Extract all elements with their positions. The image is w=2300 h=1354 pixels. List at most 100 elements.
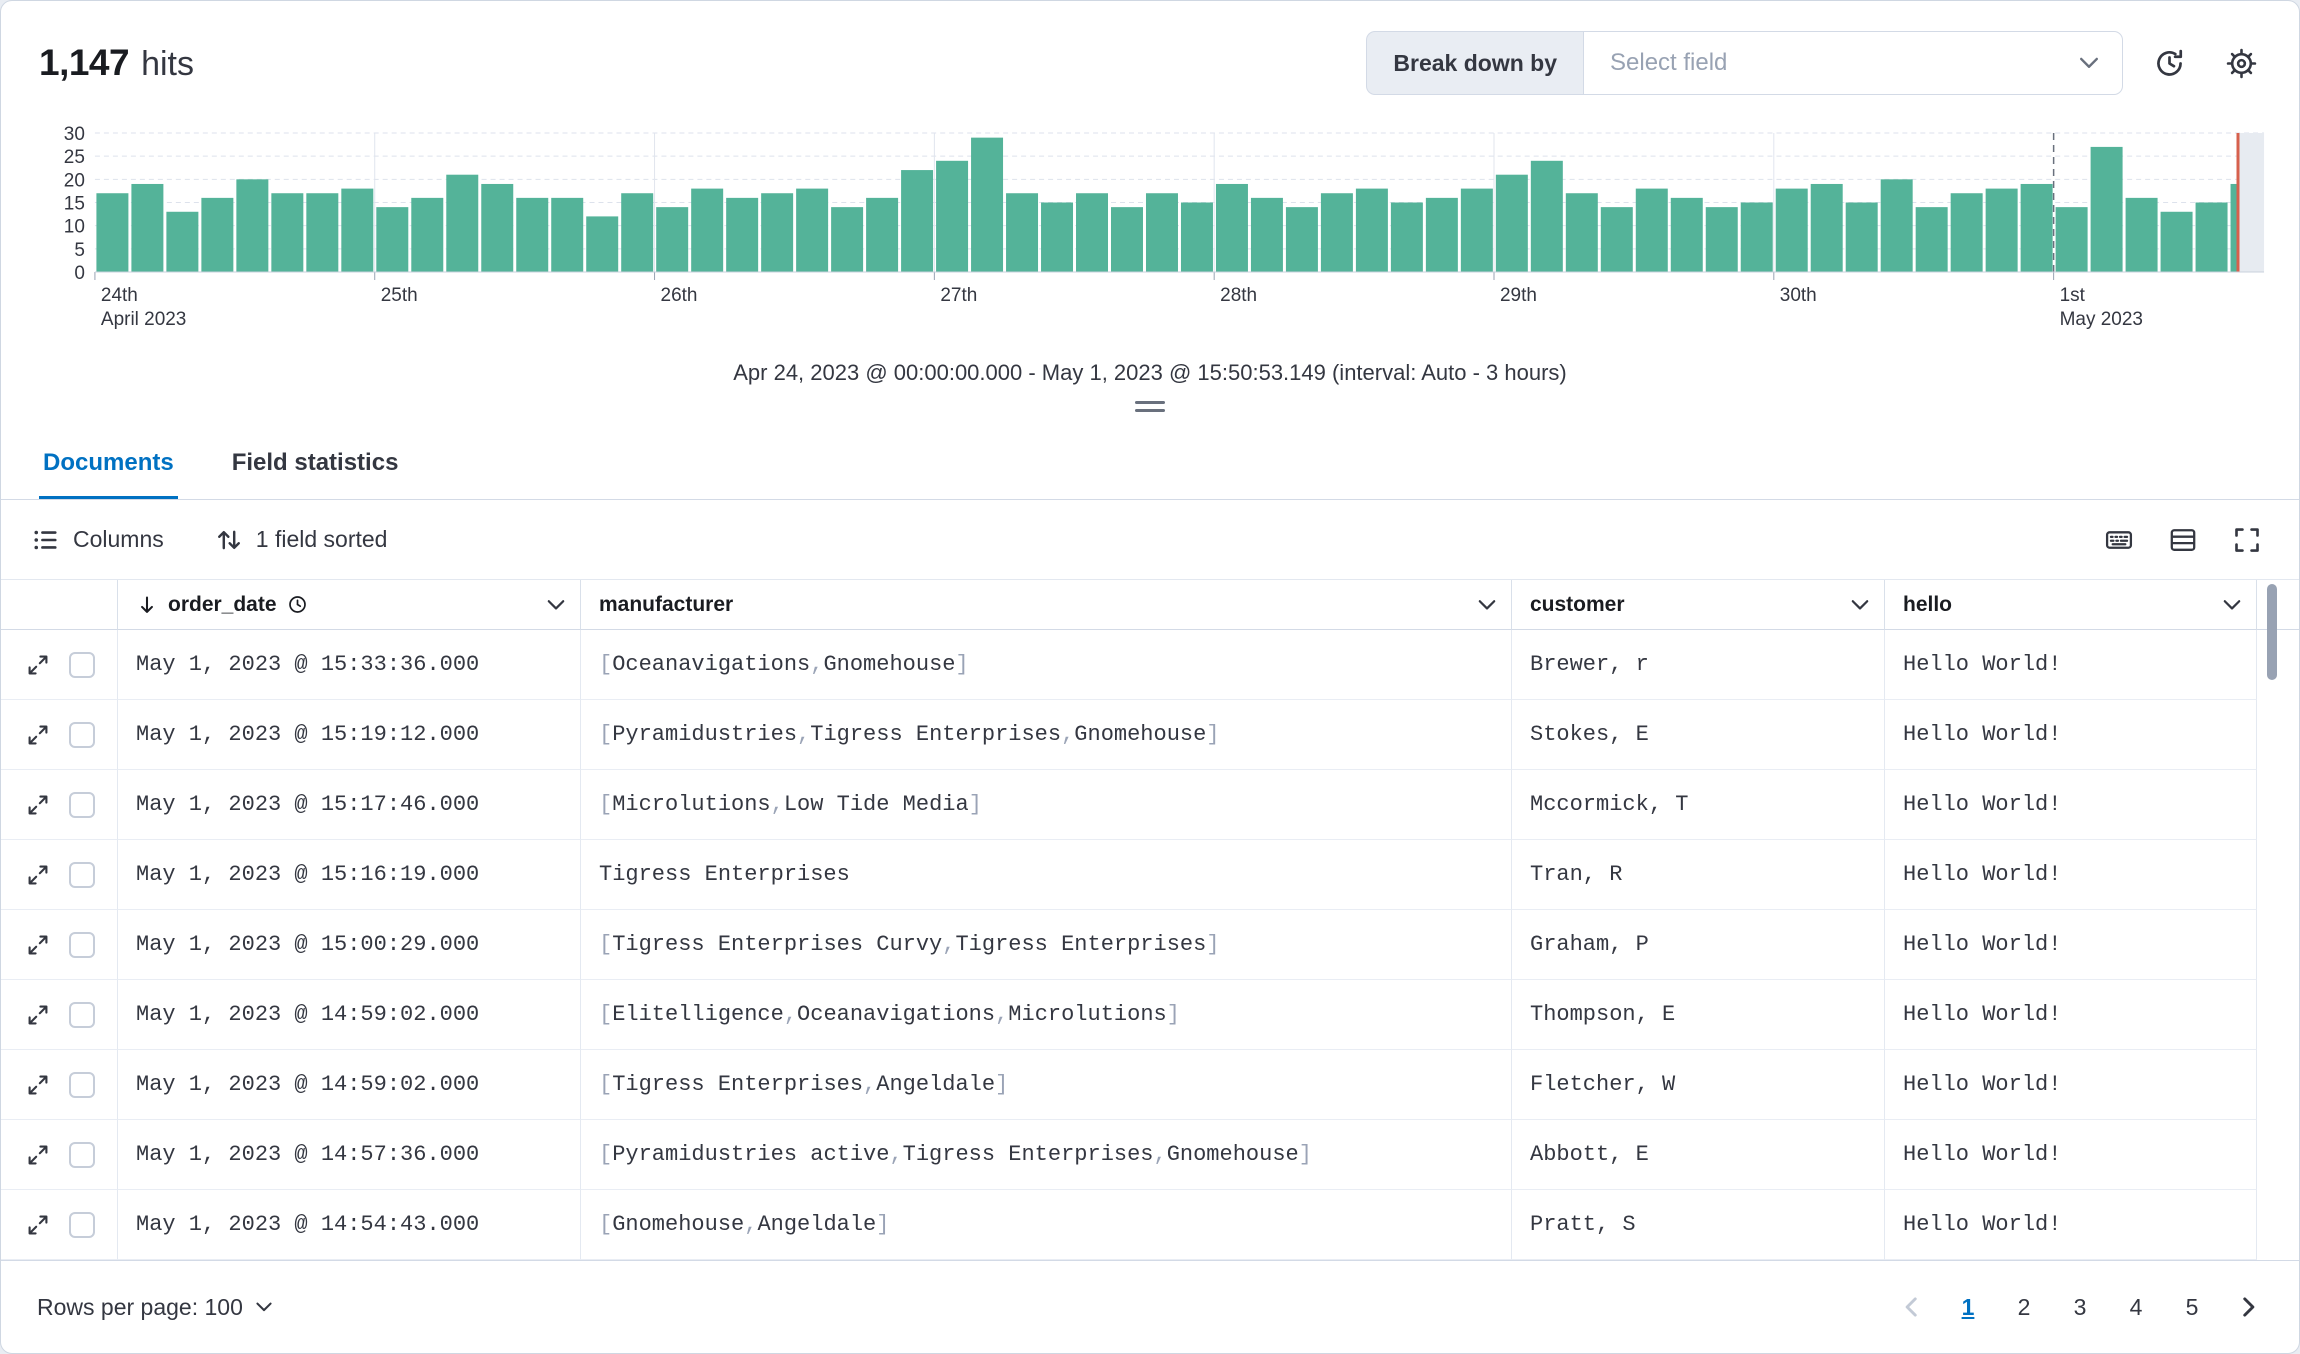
- expand-row-button[interactable]: [23, 860, 53, 890]
- table-scrollbar[interactable]: [2267, 584, 2277, 680]
- row-controls: [1, 770, 118, 840]
- cell-order-date: May 1, 2023 @ 15:17:46.000: [118, 770, 581, 840]
- chevron-down-icon: [1851, 599, 1869, 610]
- row-checkbox[interactable]: [69, 791, 95, 818]
- tab-bar: Documents Field statistics: [1, 431, 2299, 500]
- breakdown-select-value: Select field: [1610, 49, 1728, 76]
- row-checkbox[interactable]: [69, 931, 95, 958]
- discover-panel: 1,147 hits Break down by Select field 0 5…: [0, 0, 2300, 1354]
- table-row: May 1, 2023 @ 15:17:46.000[Microlutions,…: [1, 770, 2299, 840]
- cell-manufacturer: [Pyramidustries, Tigress Enterprises, Gn…: [581, 700, 1512, 770]
- svg-text:25: 25: [64, 147, 85, 168]
- cell-customer: Mccormick, T: [1512, 770, 1885, 840]
- time-refresh-icon: [2156, 49, 2182, 76]
- cell-manufacturer: [Tigress Enterprises Curvy, Tigress Ente…: [581, 910, 1512, 980]
- header-cell-manufacturer[interactable]: manufacturer: [581, 580, 1512, 630]
- tab-field-statistics[interactable]: Field statistics: [228, 431, 403, 499]
- cell-hello: Hello World!: [1885, 910, 2257, 980]
- row-gutter: [2257, 910, 2299, 980]
- header-cell-hello[interactable]: hello: [1885, 580, 2257, 630]
- next-page-button[interactable]: [2225, 1284, 2271, 1330]
- cell-customer: Abbott, E: [1512, 1120, 1885, 1190]
- expand-row-button[interactable]: [23, 720, 53, 750]
- table-row: May 1, 2023 @ 14:57:36.000[Pyramidustrie…: [1, 1120, 2299, 1190]
- table-row: May 1, 2023 @ 15:19:12.000[Pyramidustrie…: [1, 700, 2299, 770]
- cell-customer: Thompson, E: [1512, 980, 1885, 1050]
- columns-button[interactable]: Columns: [33, 526, 164, 553]
- row-controls: [1, 1050, 118, 1120]
- chart-options-button[interactable]: [2215, 37, 2267, 89]
- hits-label: hits: [141, 45, 195, 83]
- expand-row-button[interactable]: [23, 1210, 53, 1240]
- row-gutter: [2257, 1120, 2299, 1190]
- column-label: manufacturer: [599, 592, 734, 616]
- cell-order-date: May 1, 2023 @ 14:59:02.000: [118, 1050, 581, 1120]
- expand-row-button[interactable]: [23, 930, 53, 960]
- fullscreen-button[interactable]: [2223, 516, 2271, 564]
- breakdown-select[interactable]: Select field: [1583, 31, 2123, 95]
- chevron-down-icon: [256, 1302, 272, 1312]
- svg-text:20: 20: [64, 170, 85, 191]
- time-refresh-button[interactable]: [2143, 37, 2195, 89]
- grid-footer: Rows per page: 100 12345: [1, 1260, 2299, 1353]
- svg-text:30th: 30th: [1780, 285, 1817, 306]
- hits-counter: 1,147 hits: [39, 42, 194, 84]
- cell-hello: Hello World!: [1885, 630, 2257, 700]
- previous-page-button[interactable]: [1889, 1284, 1935, 1330]
- header-gutter: [2257, 580, 2299, 630]
- page-button-2[interactable]: 2: [2001, 1284, 2047, 1330]
- header-bar: 1,147 hits Break down by Select field: [1, 1, 2299, 119]
- row-checkbox[interactable]: [69, 1001, 95, 1028]
- table-row: May 1, 2023 @ 15:16:19.000 Tigress Enterp…: [1, 840, 2299, 910]
- expand-row-button[interactable]: [23, 1070, 53, 1100]
- row-gutter: [2257, 770, 2299, 840]
- page-button-4[interactable]: 4: [2113, 1284, 2159, 1330]
- header-cell-order-date[interactable]: order_date: [118, 580, 581, 630]
- clock-icon: [288, 596, 306, 613]
- expand-icon: [28, 935, 48, 954]
- cell-order-date: May 1, 2023 @ 15:16:19.000: [118, 840, 581, 910]
- display-options-button[interactable]: [2159, 516, 2207, 564]
- row-checkbox[interactable]: [69, 651, 95, 678]
- sort-fields-icon: [217, 530, 240, 549]
- expand-row-button[interactable]: [23, 790, 53, 820]
- page-button-5[interactable]: 5: [2169, 1284, 2215, 1330]
- expand-icon: [28, 1215, 48, 1234]
- header-cell-customer[interactable]: customer: [1512, 580, 1885, 630]
- svg-text:30: 30: [64, 124, 85, 145]
- chevron-down-icon: [2079, 57, 2099, 68]
- cell-hello: Hello World!: [1885, 1120, 2257, 1190]
- column-label: customer: [1530, 592, 1625, 616]
- cell-order-date: May 1, 2023 @ 14:59:02.000: [118, 980, 581, 1050]
- keyboard-shortcuts-button[interactable]: [2095, 516, 2143, 564]
- resize-handle[interactable]: [1135, 400, 1165, 412]
- sorted-fields-button[interactable]: 1 field sorted: [216, 526, 387, 553]
- row-checkbox[interactable]: [69, 1141, 95, 1168]
- rows-per-page-button[interactable]: Rows per page: 100: [37, 1294, 275, 1321]
- chevron-left-icon: [1905, 1297, 1917, 1317]
- row-controls: [1, 840, 118, 910]
- page-button-1[interactable]: 1: [1945, 1284, 1991, 1330]
- expand-row-button[interactable]: [23, 1000, 53, 1030]
- row-checkbox[interactable]: [69, 861, 95, 888]
- svg-text:24th: 24th: [101, 285, 138, 306]
- cell-customer: Tran, R: [1512, 840, 1885, 910]
- page-button-3[interactable]: 3: [2057, 1284, 2103, 1330]
- hits-count: 1,147: [39, 42, 130, 83]
- table-row: May 1, 2023 @ 14:59:02.000[Tigress Enter…: [1, 1050, 2299, 1120]
- row-controls: [1, 1120, 118, 1190]
- column-label: order_date: [168, 592, 277, 616]
- panel-resize-area: [1, 395, 2299, 417]
- cell-hello: Hello World!: [1885, 840, 2257, 910]
- row-checkbox[interactable]: [69, 1211, 95, 1238]
- cell-manufacturer: Tigress Enterprises: [581, 840, 1512, 910]
- svg-text:0: 0: [74, 263, 85, 284]
- row-checkbox[interactable]: [69, 721, 95, 748]
- expand-row-button[interactable]: [23, 650, 53, 680]
- table-header: order_date manufacturer customer hello: [1, 580, 2299, 630]
- row-checkbox[interactable]: [69, 1071, 95, 1098]
- expand-row-button[interactable]: [23, 1140, 53, 1170]
- table-row: May 1, 2023 @ 14:54:43.000[Gnomehouse, A…: [1, 1190, 2299, 1260]
- histogram-chart[interactable]: 0510 15202530 24th April 2023 25th 26th 27th 28…: [1, 119, 2299, 351]
- tab-documents[interactable]: Documents: [39, 431, 178, 499]
